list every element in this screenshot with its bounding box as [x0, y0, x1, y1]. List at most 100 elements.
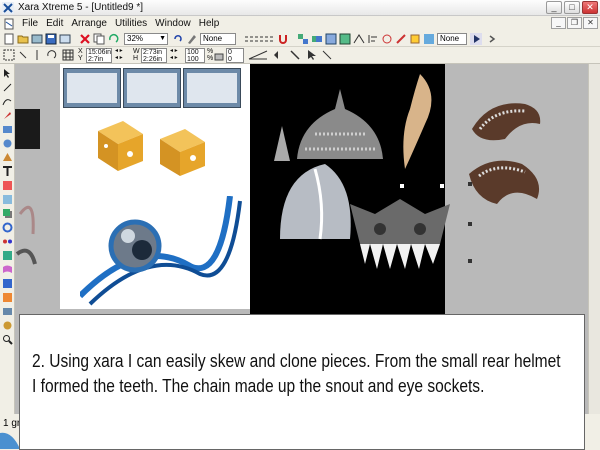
scale-field[interactable]: 100 100: [185, 48, 205, 63]
shadow-tool-icon[interactable]: [2, 208, 13, 219]
doc-minimize-button[interactable]: _: [551, 17, 566, 29]
extrude-tool-icon[interactable]: [2, 278, 13, 289]
pen-tool-icon[interactable]: [2, 110, 13, 121]
save-icon[interactable]: [45, 33, 57, 45]
pen-quality-icon[interactable]: [186, 33, 198, 45]
contour-tool-icon[interactable]: [2, 222, 13, 233]
combine-icon[interactable]: [311, 33, 323, 45]
wh-size-field[interactable]: 2:73in 2:26in: [141, 48, 167, 63]
contour-icon[interactable]: [381, 33, 393, 45]
scale-lines-icon[interactable]: [289, 49, 301, 61]
push-tool-icon[interactable]: [2, 320, 13, 331]
x-value: 15:06in: [88, 49, 111, 56]
chevron-right-icon[interactable]: [486, 33, 498, 45]
freehand-tool-icon[interactable]: [2, 96, 13, 107]
selection-handle[interactable]: [440, 184, 444, 188]
xy-position-field[interactable]: 15:06in 2:7in: [86, 48, 112, 63]
menu-help[interactable]: Help: [195, 18, 224, 29]
menu-edit[interactable]: Edit: [42, 18, 67, 29]
beast-mask-artwork[interactable]: [345, 189, 455, 279]
xy-labels: X Y: [78, 48, 83, 62]
delete-icon[interactable]: [79, 33, 91, 45]
copy-icon[interactable]: [93, 33, 105, 45]
export-icon[interactable]: [59, 33, 71, 45]
line-style-icon[interactable]: [244, 33, 274, 45]
blend-tool-icon[interactable]: [2, 236, 13, 247]
transparency-icon[interactable]: [423, 33, 435, 45]
w-label: W: [133, 48, 140, 55]
jaw-piece-artwork-1[interactable]: [470, 99, 545, 144]
flip-icon[interactable]: [31, 49, 43, 61]
golden-dice-icon[interactable]: [88, 116, 148, 176]
diagonal-arrow-icon[interactable]: [321, 49, 333, 61]
minimize-button[interactable]: _: [546, 1, 562, 14]
vertical-scrollbar[interactable]: [588, 64, 600, 414]
rectangle-tool-icon[interactable]: [2, 124, 13, 135]
rotate-ccw-icon[interactable]: [45, 49, 57, 61]
align-icon[interactable]: [367, 33, 379, 45]
selector-tool-icon[interactable]: [2, 68, 13, 79]
quickshape-tool-icon[interactable]: [2, 152, 13, 163]
node-tool-icon[interactable]: [2, 82, 13, 93]
menu-window[interactable]: Window: [151, 18, 195, 29]
bevel-tool-icon[interactable]: [2, 250, 13, 261]
thumbnail-image-1[interactable]: [63, 68, 121, 108]
selector-grid-icon[interactable]: [3, 49, 15, 61]
blue-sphere-ribbons-artwork[interactable]: [80, 196, 245, 306]
document-icon[interactable]: [3, 18, 15, 30]
selection-handle[interactable]: [468, 182, 472, 186]
chainmail-helmet-artwork[interactable]: [295, 89, 385, 164]
rotation-dial-icon[interactable]: [248, 49, 268, 61]
xara-app-icon[interactable]: [2, 2, 14, 14]
menu-file[interactable]: File: [18, 18, 42, 29]
grid-icon[interactable]: [62, 49, 74, 61]
menu-utilities[interactable]: Utilities: [111, 18, 151, 29]
zoom-previous-icon[interactable]: [172, 33, 184, 45]
ellipse-tool-icon[interactable]: [2, 138, 13, 149]
selection-handle[interactable]: [400, 184, 404, 188]
flip-horizontal-icon[interactable]: [272, 49, 284, 61]
xy-spinner-arrows[interactable]: ◂ ▸ ◂ ▸: [115, 48, 125, 62]
magnet-icon[interactable]: [277, 33, 289, 45]
thumbnail-image-3[interactable]: [183, 68, 241, 108]
live-effects-tool-icon[interactable]: [2, 292, 13, 303]
group-icon[interactable]: [297, 33, 309, 45]
golden-dice-icon-2[interactable]: [155, 124, 210, 179]
play-icon[interactable]: [470, 33, 482, 45]
zoom-tool-icon[interactable]: [2, 334, 13, 345]
node-icon[interactable]: [353, 33, 365, 45]
open-folder-icon[interactable]: [17, 33, 29, 45]
wh-spinner-arrows[interactable]: ◂ ▸ ◂ ▸: [170, 48, 180, 62]
menu-arrange[interactable]: Arrange: [67, 18, 111, 29]
selection-handle[interactable]: [468, 259, 472, 263]
fill-tool-icon[interactable]: [2, 180, 13, 191]
arrange-icon[interactable]: [325, 33, 337, 45]
selection-handle[interactable]: [468, 222, 472, 226]
text-tool-icon[interactable]: [2, 166, 13, 177]
transparency-dropdown[interactable]: None: [437, 33, 467, 45]
import-icon[interactable]: [31, 33, 43, 45]
zoom-dropdown[interactable]: 32% ▼: [124, 33, 168, 45]
lock-aspect-icon[interactable]: [214, 49, 224, 61]
bevel-icon[interactable]: [409, 33, 421, 45]
small-spike-artwork[interactable]: [270, 126, 295, 166]
y-label: Y: [78, 55, 83, 62]
quality-dropdown[interactable]: None: [200, 33, 236, 45]
horn-feather-artwork[interactable]: [390, 74, 440, 169]
doc-restore-button[interactable]: ❐: [567, 17, 582, 29]
close-button[interactable]: ✕: [582, 1, 598, 14]
doc-close-button[interactable]: ✕: [583, 17, 598, 29]
maximize-button[interactable]: □: [564, 1, 580, 14]
transparency-tool-icon[interactable]: [2, 194, 13, 205]
thumbnail-image-2[interactable]: [123, 68, 181, 108]
photo-tool-icon[interactable]: [2, 306, 13, 317]
angle-skew-field[interactable]: 0 0: [226, 48, 244, 63]
undo-icon[interactable]: [107, 33, 119, 45]
mould-tool-icon[interactable]: [2, 264, 13, 275]
rotate-icon[interactable]: [17, 49, 29, 61]
front-icon[interactable]: [339, 33, 351, 45]
jaw-piece-artwork-2[interactable]: [467, 154, 547, 209]
blend-icon[interactable]: [395, 33, 407, 45]
new-document-icon[interactable]: [3, 33, 15, 45]
pointer-icon[interactable]: [306, 49, 318, 61]
